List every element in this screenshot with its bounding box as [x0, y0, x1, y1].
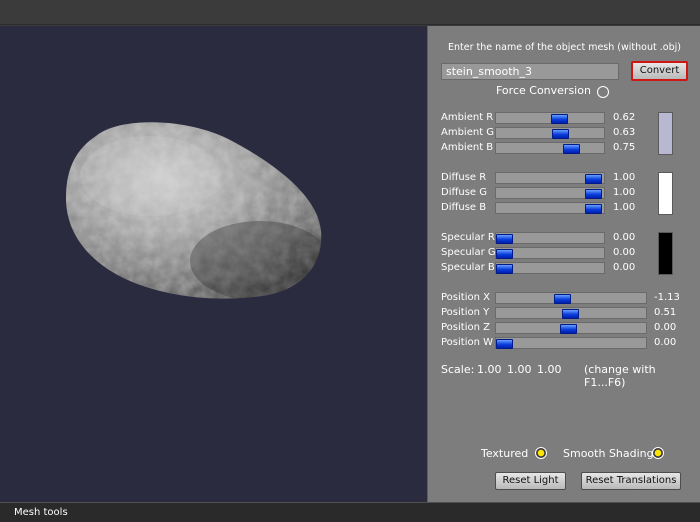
ambient-r-label: Ambient R — [441, 112, 494, 123]
ambient-b-label: Ambient B — [441, 142, 494, 153]
specular-color-swatch — [658, 232, 673, 275]
diffuse-b-slider[interactable] — [495, 202, 605, 214]
position-y-slider[interactable] — [495, 307, 647, 319]
ambient-color-swatch — [658, 112, 673, 155]
position-w-value: 0.00 — [654, 337, 677, 348]
textured-label: Textured — [481, 447, 529, 460]
diffuse-b-value: 1.00 — [613, 202, 636, 213]
status-bar: Mesh tools — [0, 502, 700, 522]
position-x-value: -1.13 — [654, 292, 680, 303]
position-w-slider[interactable] — [495, 337, 647, 349]
diffuse-g-value: 1.00 — [613, 187, 636, 198]
position-z-label: Position Z — [441, 322, 490, 333]
ambient-r-slider[interactable] — [495, 112, 605, 124]
scale-label: Scale: — [441, 363, 475, 376]
diffuse-g-label: Diffuse G — [441, 187, 487, 198]
position-y-label: Position Y — [441, 307, 490, 318]
specular-b-thumb[interactable] — [496, 264, 513, 274]
specular-r-value: 0.00 — [613, 232, 636, 243]
ambient-g-thumb[interactable] — [552, 129, 569, 139]
diffuse-r-thumb[interactable] — [585, 174, 602, 184]
ambient-b-thumb[interactable] — [563, 144, 580, 154]
specular-g-label: Specular G — [441, 247, 496, 258]
force-conversion-label: Force Conversion — [496, 84, 591, 97]
position-z-value: 0.00 — [654, 322, 677, 333]
position-z-thumb[interactable] — [560, 324, 577, 334]
top-toolbar — [0, 0, 700, 25]
diffuse-color-swatch — [658, 172, 673, 215]
diffuse-g-thumb[interactable] — [585, 189, 602, 199]
textured-radio[interactable] — [535, 447, 547, 459]
scale-x-value: 1.00 — [477, 363, 502, 376]
reset-translations-button[interactable]: Reset Translations — [581, 472, 681, 490]
diffuse-g-slider[interactable] — [495, 187, 605, 199]
ambient-r-thumb[interactable] — [551, 114, 568, 124]
specular-r-slider[interactable] — [495, 232, 605, 244]
diffuse-b-label: Diffuse B — [441, 202, 487, 213]
convert-button[interactable]: Convert — [631, 61, 688, 81]
ambient-g-value: 0.63 — [613, 127, 636, 138]
position-y-value: 0.51 — [654, 307, 677, 318]
diffuse-r-slider[interactable] — [495, 172, 605, 184]
ambient-g-label: Ambient G — [441, 127, 495, 138]
specular-g-thumb[interactable] — [496, 249, 513, 259]
smooth-shading-label: Smooth Shading — [563, 447, 654, 460]
specular-b-slider[interactable] — [495, 262, 605, 274]
diffuse-r-label: Diffuse R — [441, 172, 487, 183]
specular-b-value: 0.00 — [613, 262, 636, 273]
window-title: Mesh tools — [14, 507, 68, 518]
position-x-thumb[interactable] — [554, 294, 571, 304]
mesh-name-prompt: Enter the name of the object mesh (witho… — [448, 42, 681, 53]
ambient-b-value: 0.75 — [613, 142, 636, 153]
specular-b-label: Specular B — [441, 262, 495, 273]
scale-hint: (change with F1...F6) — [584, 363, 656, 389]
scale-y-value: 1.00 — [507, 363, 532, 376]
mesh-name-input[interactable] — [441, 63, 619, 80]
mesh-tools-panel: Enter the name of the object mesh (witho… — [427, 26, 700, 502]
specular-g-value: 0.00 — [613, 247, 636, 258]
reset-light-button[interactable]: Reset Light — [495, 472, 566, 490]
smooth-shading-radio[interactable] — [652, 447, 664, 459]
ambient-b-slider[interactable] — [495, 142, 605, 154]
specular-g-slider[interactable] — [495, 247, 605, 259]
force-conversion-radio[interactable] — [597, 86, 609, 98]
specular-r-label: Specular R — [441, 232, 495, 243]
specular-r-thumb[interactable] — [496, 234, 513, 244]
position-w-thumb[interactable] — [496, 339, 513, 349]
diffuse-b-thumb[interactable] — [585, 204, 602, 214]
position-w-label: Position W — [441, 337, 494, 348]
position-y-thumb[interactable] — [562, 309, 579, 319]
position-x-label: Position X — [441, 292, 490, 303]
position-x-slider[interactable] — [495, 292, 647, 304]
ambient-g-slider[interactable] — [495, 127, 605, 139]
diffuse-r-value: 1.00 — [613, 172, 636, 183]
scale-z-value: 1.00 — [537, 363, 562, 376]
3d-viewport[interactable] — [0, 26, 427, 502]
ambient-r-value: 0.62 — [613, 112, 636, 123]
rock-mesh-render — [66, 122, 322, 299]
position-z-slider[interactable] — [495, 322, 647, 334]
